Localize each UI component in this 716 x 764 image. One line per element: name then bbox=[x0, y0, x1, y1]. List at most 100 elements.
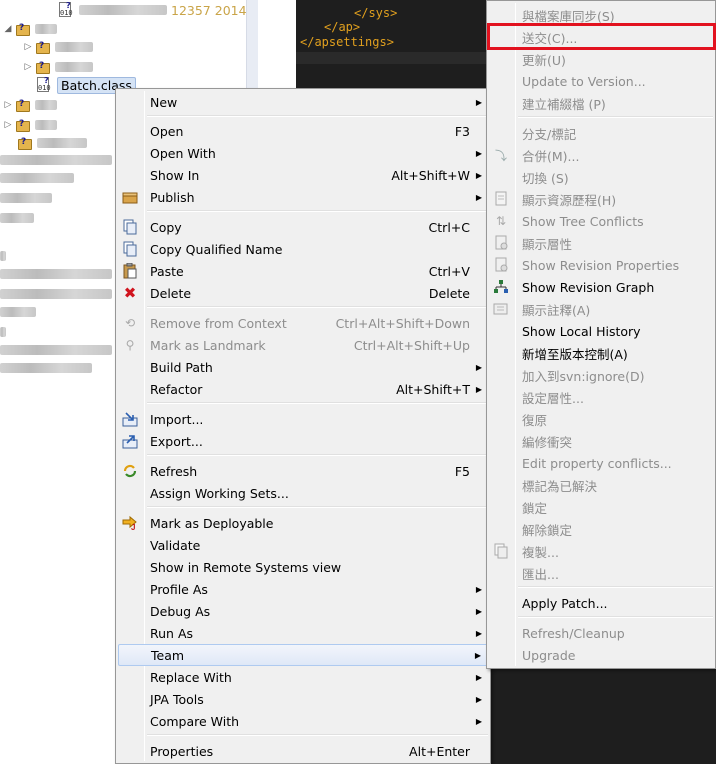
team-item-show-properties[interactable]: 顯示層性 bbox=[489, 232, 713, 254]
team-item-show-local-history[interactable]: Show Local History bbox=[489, 320, 713, 342]
tree-scrollbar[interactable] bbox=[246, 0, 258, 90]
package-icon: ? bbox=[36, 41, 51, 54]
class-file-icon: 010? bbox=[59, 1, 73, 17]
blurred-label bbox=[35, 120, 57, 130]
menu-item-compare-with[interactable]: Compare With ▶ bbox=[118, 710, 488, 732]
menu-item-remove-from-context[interactable]: ⟲ Remove from Context Ctrl+Alt+Shift+Dow… bbox=[118, 312, 488, 334]
menu-item-refresh[interactable]: Refresh F5 bbox=[118, 460, 488, 482]
team-item-create-patch[interactable]: 建立補綴檔 (P) bbox=[489, 92, 713, 114]
team-item-mark-resolved[interactable]: 標記為已解決 bbox=[489, 474, 713, 496]
submenu-arrow-icon: ▶ bbox=[475, 672, 482, 682]
menu-item-run-as[interactable]: Run As ▶ bbox=[118, 622, 488, 644]
team-item-add-to-svn-ignore[interactable]: 加入到svn:ignore(D) bbox=[489, 364, 713, 386]
merge-icon: ⤵ bbox=[494, 148, 507, 163]
collapsed-twisty-icon[interactable]: ▷ bbox=[2, 99, 14, 111]
menu-item-properties[interactable]: Properties Alt+Enter bbox=[118, 740, 488, 762]
team-item-show-history[interactable]: 顯示資源歷程(H) bbox=[489, 188, 713, 210]
export-icon bbox=[122, 433, 138, 449]
team-item-commit[interactable]: 送交(C)... bbox=[489, 26, 713, 48]
submenu-arrow-icon: ▶ bbox=[475, 584, 482, 594]
refresh-icon bbox=[122, 463, 138, 479]
team-item-upgrade[interactable]: Upgrade bbox=[489, 644, 713, 666]
team-item-add-to-version-control[interactable]: 新增至版本控制(A) bbox=[489, 342, 713, 364]
context-menu: New ▶ Open F3 Open With ▶ Show In Alt+Sh… bbox=[115, 88, 491, 764]
submenu-arrow-icon: ▶ bbox=[475, 384, 482, 394]
submenu-arrow-icon: ▶ bbox=[475, 694, 482, 704]
class-meta-year: 2014 bbox=[214, 2, 247, 18]
remove-context-icon: ⟲ bbox=[124, 316, 136, 330]
collapsed-twisty-icon[interactable]: ▷ bbox=[22, 41, 34, 53]
blurred-label bbox=[35, 100, 57, 110]
menu-item-build-path[interactable]: Build Path ▶ bbox=[118, 356, 488, 378]
package-icon: ? bbox=[36, 61, 51, 74]
menu-item-delete[interactable]: ✖ Delete Delete bbox=[118, 282, 488, 304]
team-item-edit-property-conflicts[interactable]: Edit property conflicts... bbox=[489, 452, 713, 474]
menu-item-new[interactable]: New ▶ bbox=[118, 91, 488, 113]
team-item-update[interactable]: 更新(U) bbox=[489, 48, 713, 70]
submenu-arrow-icon: ▶ bbox=[475, 148, 482, 158]
team-item-branch-tag[interactable]: 分支/標記 bbox=[489, 122, 713, 144]
team-item-set-property[interactable]: 設定層性... bbox=[489, 386, 713, 408]
menu-item-copy-qualified-name[interactable]: Copy Qualified Name bbox=[118, 238, 488, 260]
team-item-export[interactable]: 匯出... bbox=[489, 562, 713, 584]
tree-node-class-file-top[interactable]: 010? 12357 2014 bbox=[58, 0, 247, 20]
team-item-show-revision-properties[interactable]: Show Revision Properties bbox=[489, 254, 713, 276]
team-item-unlock[interactable]: 解除鎖定 bbox=[489, 518, 713, 540]
import-icon bbox=[122, 411, 138, 427]
blurred-label bbox=[79, 5, 167, 15]
tree-node-package[interactable]: ▷ ? bbox=[22, 57, 93, 77]
menu-item-profile-as[interactable]: Profile As ▶ bbox=[118, 578, 488, 600]
menu-item-validate[interactable]: Validate bbox=[118, 534, 488, 556]
team-item-refresh-cleanup[interactable]: Refresh/Cleanup bbox=[489, 622, 713, 644]
tree-node-package[interactable]: ▷ ? bbox=[2, 115, 57, 135]
menu-item-export[interactable]: Export... bbox=[118, 430, 488, 452]
deployable-icon: J bbox=[122, 515, 138, 531]
menu-item-replace-with[interactable]: Replace With ▶ bbox=[118, 666, 488, 688]
team-item-edit-conflicts[interactable]: 編修衝突 bbox=[489, 430, 713, 452]
tree-node-package[interactable]: ? bbox=[16, 133, 87, 153]
menu-item-show-in[interactable]: Show In Alt+Shift+W ▶ bbox=[118, 164, 488, 186]
menu-item-import[interactable]: Import... bbox=[118, 408, 488, 430]
menu-item-mark-as-landmark[interactable]: ⚲ Mark as Landmark Ctrl+Alt+Shift+Up bbox=[118, 334, 488, 356]
menu-item-open[interactable]: Open F3 bbox=[118, 120, 488, 142]
team-item-synchronize[interactable]: 與檔案庫同步(S) bbox=[489, 4, 713, 26]
team-item-show-revision-graph[interactable]: Show Revision Graph bbox=[489, 276, 713, 298]
menu-item-refactor[interactable]: Refactor Alt+Shift+T ▶ bbox=[118, 378, 488, 400]
menu-item-jpa-tools[interactable]: JPA Tools ▶ bbox=[118, 688, 488, 710]
submenu-arrow-icon: ▶ bbox=[475, 628, 482, 638]
tree-node-package[interactable]: ◢ ? bbox=[2, 19, 57, 39]
tree-node-package[interactable]: ▷ ? bbox=[2, 95, 57, 115]
team-item-lock[interactable]: 鎖定 bbox=[489, 496, 713, 518]
blurred-label bbox=[35, 24, 57, 34]
revision-properties-icon bbox=[493, 257, 509, 273]
team-item-update-to-version[interactable]: Update to Version... bbox=[489, 70, 713, 92]
submenu-arrow-icon: ▶ bbox=[475, 362, 482, 372]
history-icon bbox=[493, 191, 509, 207]
package-icon: ? bbox=[16, 119, 31, 132]
collapsed-twisty-icon[interactable]: ▷ bbox=[22, 61, 34, 73]
team-item-switch[interactable]: 切換 (S) bbox=[489, 166, 713, 188]
menu-item-paste[interactable]: Paste Ctrl+V bbox=[118, 260, 488, 282]
blurred-label bbox=[55, 62, 93, 72]
collapsed-twisty-icon[interactable]: ▷ bbox=[2, 119, 14, 131]
menu-item-show-in-remote-systems[interactable]: Show in Remote Systems view bbox=[118, 556, 488, 578]
team-item-annotate[interactable]: 顯示註釋(A) bbox=[489, 298, 713, 320]
menu-item-debug-as[interactable]: Debug As ▶ bbox=[118, 600, 488, 622]
menu-item-mark-as-deployable[interactable]: J Mark as Deployable bbox=[118, 512, 488, 534]
menu-item-publish[interactable]: Publish ▶ bbox=[118, 186, 488, 208]
team-item-show-tree-conflicts[interactable]: ⇅ Show Tree Conflicts bbox=[489, 210, 713, 232]
team-item-copy[interactable]: 複製... bbox=[489, 540, 713, 562]
menu-item-copy[interactable]: Copy Ctrl+C bbox=[118, 216, 488, 238]
expanded-twisty-icon[interactable]: ◢ bbox=[2, 23, 14, 35]
properties-icon bbox=[493, 235, 509, 251]
menu-item-team[interactable]: Team ▶ bbox=[118, 644, 488, 666]
blurred-label bbox=[37, 138, 87, 148]
team-item-apply-patch[interactable]: Apply Patch... bbox=[489, 592, 713, 614]
paste-icon bbox=[122, 263, 138, 279]
menu-item-open-with[interactable]: Open With ▶ bbox=[118, 142, 488, 164]
team-item-revert[interactable]: 復原 bbox=[489, 408, 713, 430]
publish-icon bbox=[122, 189, 138, 205]
menu-item-assign-working-sets[interactable]: Assign Working Sets... bbox=[118, 482, 488, 504]
tree-node-package[interactable]: ▷ ? bbox=[22, 37, 93, 57]
team-item-merge[interactable]: ⤵ 合併(M)... bbox=[489, 144, 713, 166]
